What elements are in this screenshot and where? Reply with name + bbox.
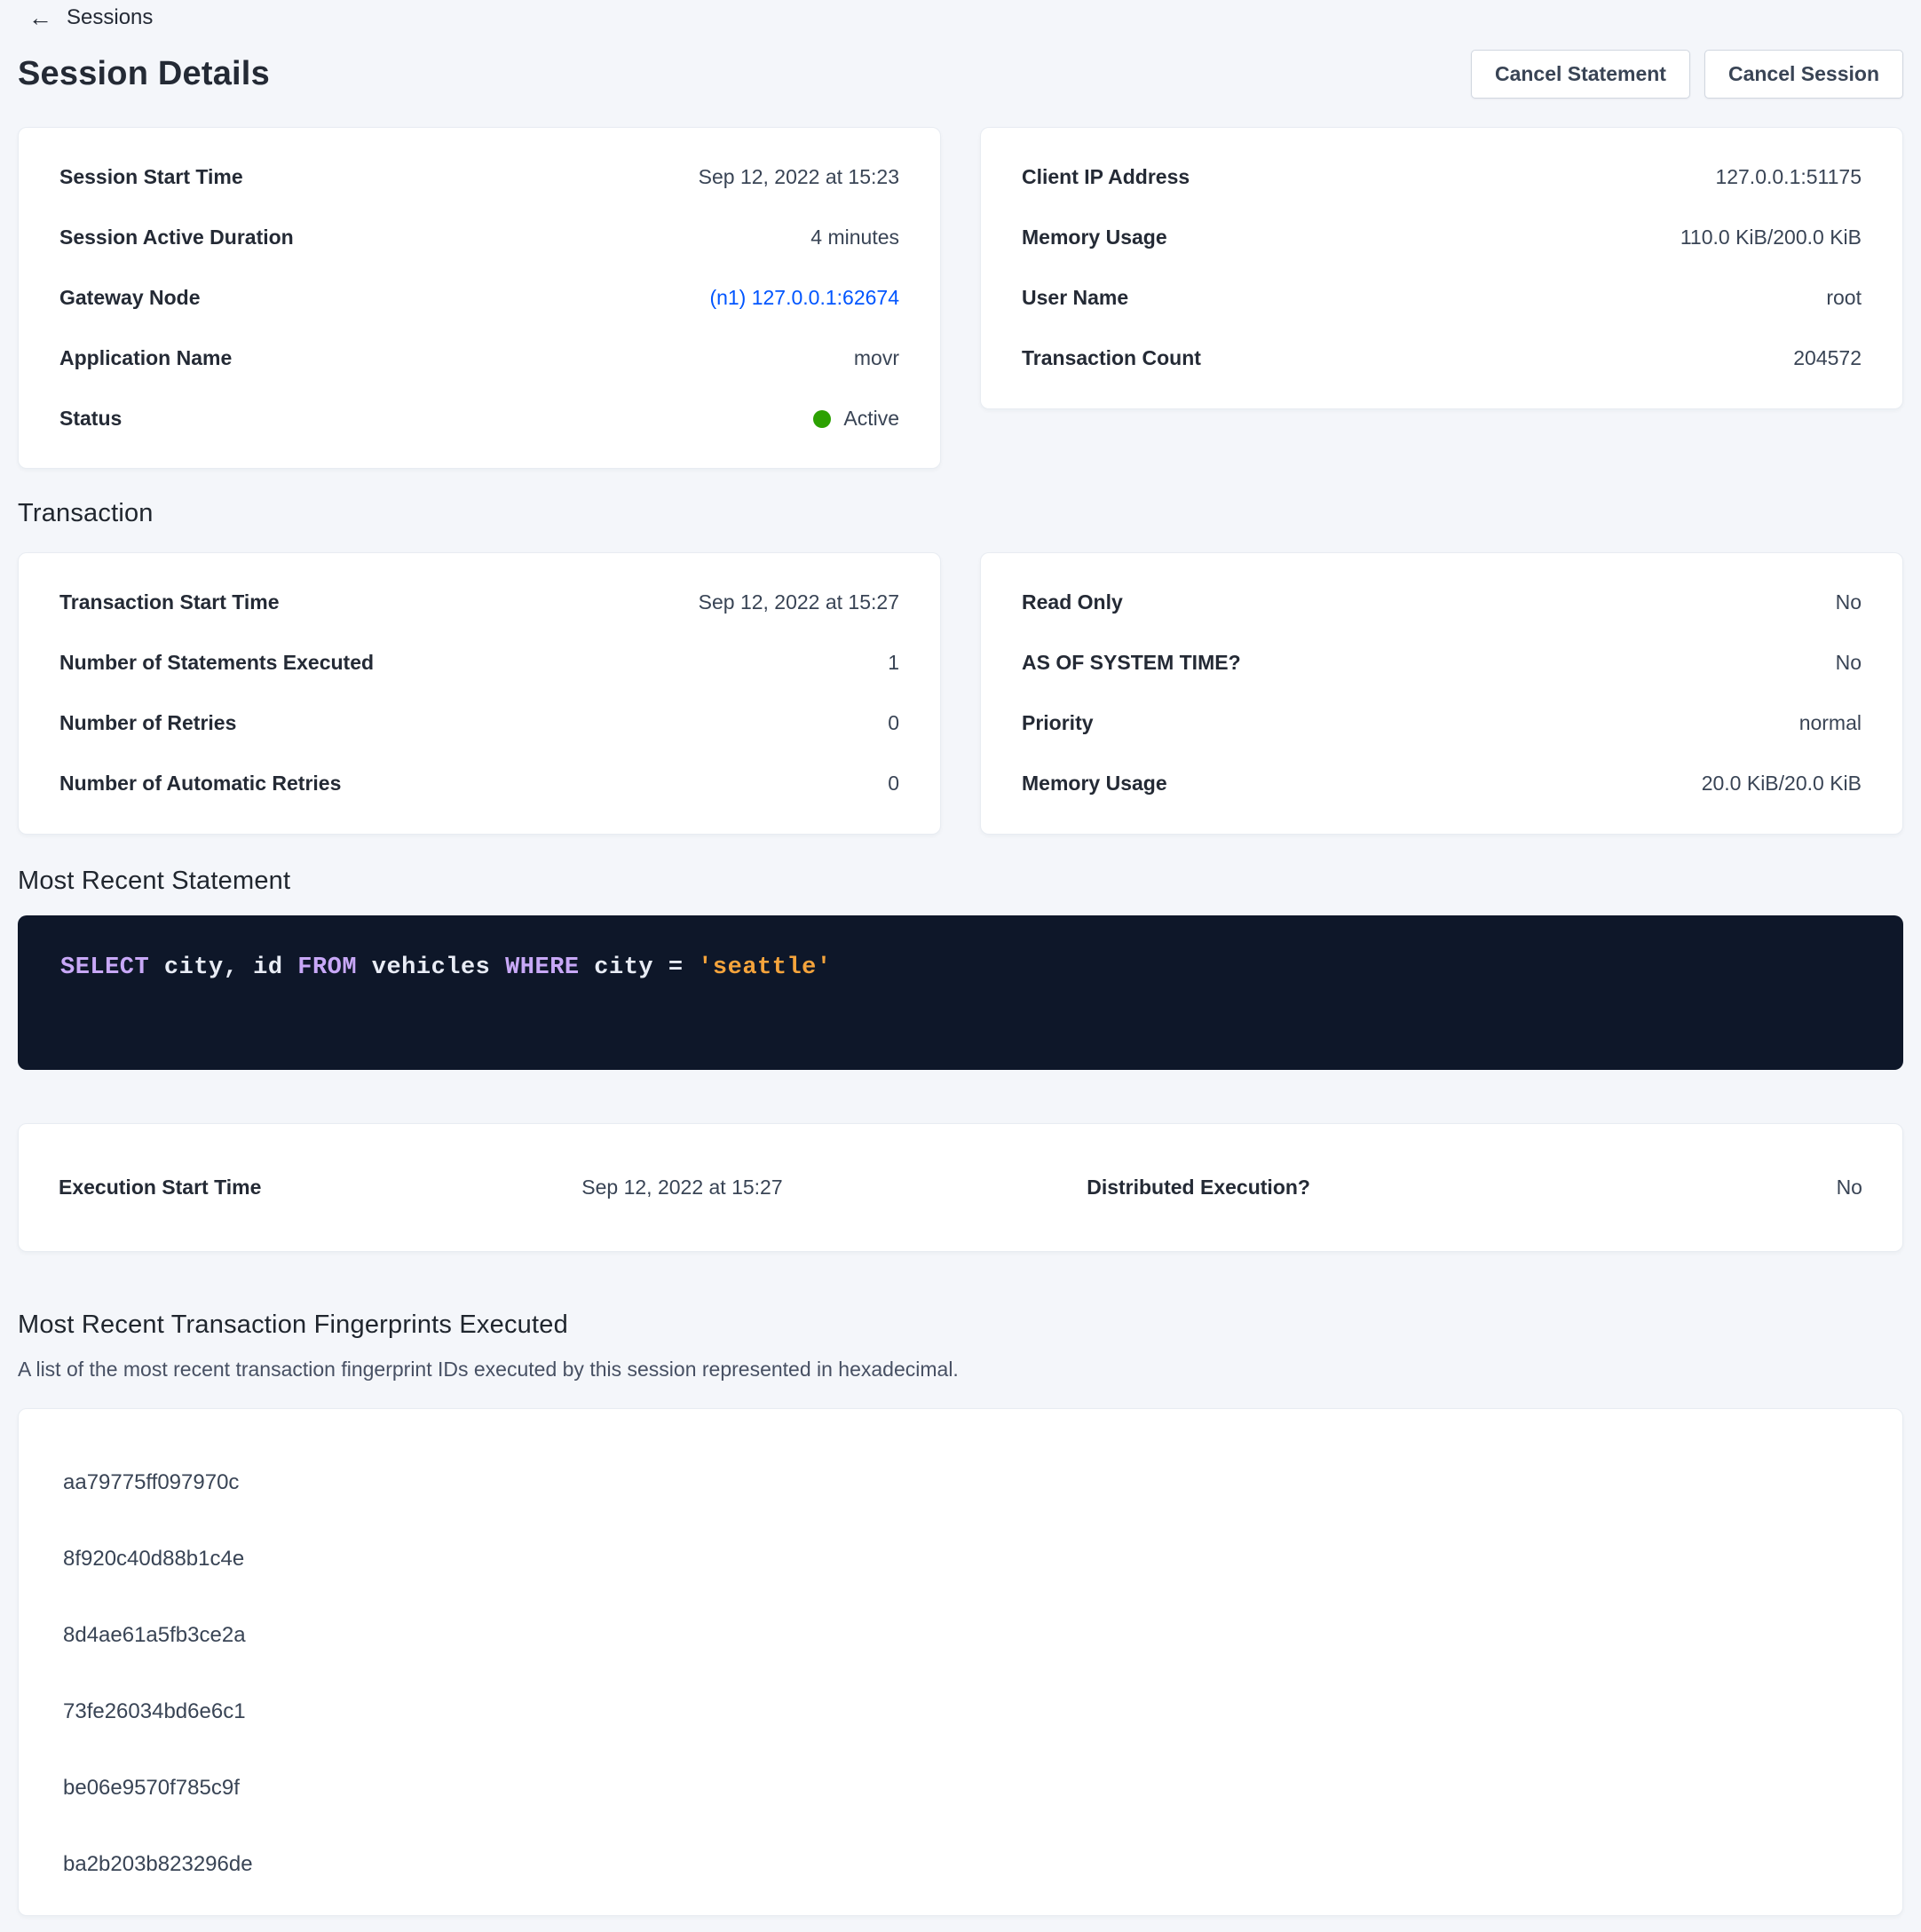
- row-label: Transaction Count: [1022, 345, 1201, 372]
- session-summary-card-left: Session Start Time Sep 12, 2022 at 15:23…: [18, 127, 941, 469]
- row-value: 110.0 KiB/200.0 KiB: [1680, 225, 1862, 251]
- header-actions: Cancel Statement Cancel Session: [1471, 50, 1903, 99]
- summary-row-application-name: Application Name movr: [59, 329, 899, 389]
- summary-row-transaction-count: Transaction Count 204572: [1022, 329, 1862, 389]
- row-value: 0: [888, 710, 899, 737]
- row-value: movr: [854, 345, 899, 372]
- row-value: 0: [888, 771, 899, 797]
- session-summary-card-right: Client IP Address 127.0.0.1:51175 Memory…: [980, 127, 1903, 409]
- row-value: 1: [888, 650, 899, 677]
- summary-row-memory-usage: Memory Usage 110.0 KiB/200.0 KiB: [1022, 208, 1862, 268]
- row-label: User Name: [1022, 285, 1128, 312]
- row-label: Memory Usage: [1022, 771, 1167, 797]
- transaction-card-right: Read Only No AS OF SYSTEM TIME? No Prior…: [980, 552, 1903, 835]
- execution-start-time-value: Sep 12, 2022 at 15:27: [581, 1176, 1087, 1200]
- row-label: Number of Automatic Retries: [59, 771, 341, 797]
- row-value: Sep 12, 2022 at 15:27: [699, 590, 899, 616]
- fingerprint-item: 8f920c40d88b1c4e: [63, 1521, 1862, 1597]
- sql-statement-box: SELECT city, id FROM vehicles WHERE city…: [18, 915, 1903, 1070]
- sql-keyword: WHERE: [505, 954, 580, 981]
- status-text: Active: [843, 406, 899, 432]
- row-value: root: [1826, 285, 1862, 312]
- row-value: normal: [1799, 710, 1862, 737]
- row-value: Sep 12, 2022 at 15:23: [699, 164, 899, 191]
- back-arrow-icon: ←: [28, 6, 52, 30]
- summary-row-session-start-time: Session Start Time Sep 12, 2022 at 15:23: [59, 147, 899, 208]
- gateway-node-link[interactable]: (n1) 127.0.0.1:62674: [709, 285, 899, 312]
- cancel-session-button[interactable]: Cancel Session: [1704, 50, 1903, 99]
- transaction-card-left: Transaction Start Time Sep 12, 2022 at 1…: [18, 552, 941, 835]
- transaction-row-priority: Priority normal: [1022, 693, 1862, 754]
- row-value: 127.0.0.1:51175: [1715, 164, 1862, 191]
- transaction-section-heading: Transaction: [18, 499, 1903, 528]
- row-value: No: [1836, 590, 1862, 616]
- row-value: 4 minutes: [810, 225, 899, 251]
- row-label: Number of Statements Executed: [59, 650, 374, 677]
- fingerprint-item: 8d4ae61a5fb3ce2a: [63, 1597, 1862, 1674]
- status-active-dot-icon: [813, 410, 831, 428]
- transaction-row-statements-executed: Number of Statements Executed 1: [59, 633, 899, 693]
- summary-row-user-name: User Name root: [1022, 268, 1862, 329]
- breadcrumb-label: Sessions: [67, 5, 153, 30]
- transaction-row-memory-usage: Memory Usage 20.0 KiB/20.0 KiB: [1022, 754, 1862, 814]
- fingerprint-item: 73fe26034bd6e6c1: [63, 1674, 1862, 1750]
- session-details-page: ← Sessions Session Details Cancel Statem…: [0, 0, 1921, 1925]
- cancel-statement-button[interactable]: Cancel Statement: [1471, 50, 1690, 99]
- row-label: Number of Retries: [59, 710, 236, 737]
- summary-row-status: Status Active: [59, 389, 899, 449]
- fingerprints-section-heading: Most Recent Transaction Fingerprints Exe…: [18, 1310, 1903, 1340]
- transaction-row-retries: Number of Retries 0: [59, 693, 899, 754]
- status-badge: Active: [813, 406, 899, 432]
- row-label: Session Active Duration: [59, 225, 294, 251]
- row-label: Status: [59, 406, 122, 432]
- fingerprints-card: aa79775ff097970c 8f920c40d88b1c4e 8d4ae6…: [18, 1408, 1903, 1916]
- sql-keyword: FROM: [297, 954, 357, 981]
- execution-start-time-label: Execution Start Time: [59, 1176, 581, 1200]
- row-label: AS OF SYSTEM TIME?: [1022, 650, 1241, 677]
- summary-row-session-active-duration: Session Active Duration 4 minutes: [59, 208, 899, 268]
- sql-keyword: SELECT: [60, 954, 149, 981]
- row-label: Transaction Start Time: [59, 590, 280, 616]
- summary-row-client-ip: Client IP Address 127.0.0.1:51175: [1022, 147, 1862, 208]
- sql-string-literal: 'seattle': [698, 954, 831, 981]
- distributed-execution-value: No: [1837, 1176, 1862, 1200]
- transaction-row-start-time: Transaction Start Time Sep 12, 2022 at 1…: [59, 573, 899, 633]
- fingerprint-item: aa79775ff097970c: [63, 1445, 1862, 1521]
- page-title: Session Details: [18, 55, 270, 93]
- transaction-cards-row: Transaction Start Time Sep 12, 2022 at 1…: [18, 552, 1903, 835]
- fingerprints-description: A list of the most recent transaction fi…: [18, 1358, 1903, 1382]
- breadcrumb-back-sessions[interactable]: ← Sessions: [18, 0, 153, 30]
- distributed-execution-label: Distributed Execution?: [1087, 1176, 1466, 1200]
- transaction-row-as-of-system-time: AS OF SYSTEM TIME? No: [1022, 633, 1862, 693]
- row-label: Gateway Node: [59, 285, 201, 312]
- row-value: 20.0 KiB/20.0 KiB: [1702, 771, 1862, 797]
- statement-section-heading: Most Recent Statement: [18, 867, 1903, 896]
- fingerprint-item: ba2b203b823296de: [63, 1826, 1862, 1903]
- sql-text: city =: [580, 954, 699, 981]
- sql-text: vehicles: [357, 954, 505, 981]
- sql-text: city, id: [149, 954, 297, 981]
- row-label: Read Only: [1022, 590, 1123, 616]
- summary-row-gateway-node: Gateway Node (n1) 127.0.0.1:62674: [59, 268, 899, 329]
- row-label: Priority: [1022, 710, 1094, 737]
- execution-summary-card: Execution Start Time Sep 12, 2022 at 15:…: [18, 1123, 1903, 1252]
- row-value: No: [1836, 650, 1862, 677]
- transaction-row-read-only: Read Only No: [1022, 573, 1862, 633]
- row-label: Session Start Time: [59, 164, 243, 191]
- page-header: Session Details Cancel Statement Cancel …: [18, 50, 1903, 99]
- row-value: 204572: [1793, 345, 1862, 372]
- row-label: Memory Usage: [1022, 225, 1167, 251]
- fingerprint-item: be06e9570f785c9f: [63, 1750, 1862, 1826]
- transaction-row-automatic-retries: Number of Automatic Retries 0: [59, 754, 899, 814]
- row-label: Application Name: [59, 345, 232, 372]
- row-label: Client IP Address: [1022, 164, 1190, 191]
- session-summary-row: Session Start Time Sep 12, 2022 at 15:23…: [18, 127, 1903, 469]
